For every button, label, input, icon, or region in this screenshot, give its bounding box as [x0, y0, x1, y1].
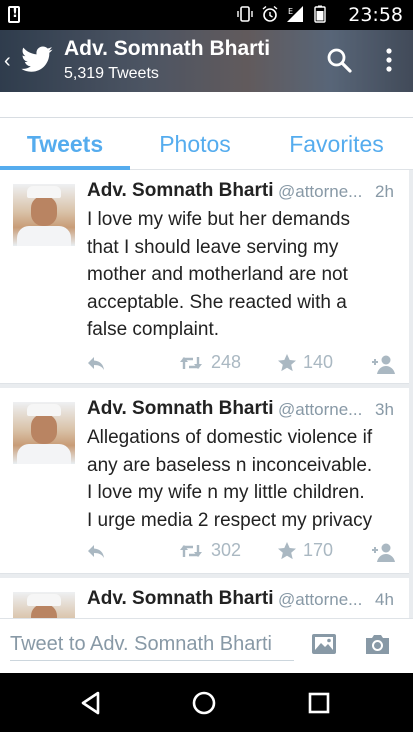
avatar[interactable]: [13, 184, 75, 246]
tweet-author-handle: @attorne...: [278, 590, 363, 609]
profile-name: Adv. Somnath Bharti: [64, 37, 271, 60]
favorite-count: 170: [303, 540, 334, 560]
tweet-timestamp: 2h: [375, 182, 394, 201]
tweet-author-name[interactable]: Adv. Somnath Bharti: [87, 398, 274, 420]
system-nav-bar: [0, 673, 413, 732]
retweet-icon[interactable]: [178, 542, 204, 560]
status-bar: E 23:58: [0, 0, 413, 30]
alarm-icon: [262, 5, 278, 22]
tweet[interactable]: Adv. Somnath Bharti @attorne... 2h I lov…: [0, 170, 409, 384]
retweet-count: 248: [211, 352, 242, 372]
tweet-actions: 248 140: [0, 352, 409, 376]
tab-photos[interactable]: Photos: [130, 118, 260, 170]
tweet-count: 5,319 Tweets: [64, 65, 159, 82]
tweet-author-name[interactable]: Adv. Somnath Bharti: [87, 588, 274, 610]
tweet-author-handle: @attorne...: [278, 182, 363, 201]
tweet-author-name[interactable]: Adv. Somnath Bharti: [87, 180, 274, 202]
tweet-actions: 302 170: [0, 540, 409, 564]
avatar[interactable]: [13, 402, 75, 464]
clock: 23:58: [348, 4, 403, 26]
tweet-text: I love my wife but her demands that I sh…: [87, 209, 350, 340]
status-icons: E: [236, 5, 329, 23]
tweet-text: Allegations of domestic violence if any …: [87, 427, 373, 531]
tweet-timestamp: 4h: [375, 590, 394, 609]
twitter-bird-icon[interactable]: [20, 43, 54, 77]
nav-back-icon[interactable]: [78, 690, 104, 716]
follow-icon[interactable]: [370, 542, 396, 562]
tweet[interactable]: Adv. Somnath Bharti @attorne... 4h: [0, 578, 409, 618]
tab-favorites[interactable]: Favorites: [260, 118, 413, 170]
tweet[interactable]: Adv. Somnath Bharti @attorne... 3h Alleg…: [0, 388, 409, 574]
photo-icon[interactable]: [311, 632, 337, 656]
retweet-icon[interactable]: [178, 354, 204, 372]
camera-icon[interactable]: [364, 632, 391, 656]
tweet-timestamp: 3h: [375, 400, 394, 419]
retweet-count: 302: [211, 540, 242, 560]
signal-icon: E: [287, 6, 303, 22]
reply-icon[interactable]: [86, 542, 106, 560]
header-strip: [0, 92, 413, 118]
compose-bar: Tweet to Adv. Somnath Bharti: [0, 618, 413, 673]
nav-home-icon[interactable]: [191, 690, 217, 716]
profile-tabs: Tweets Photos Favorites: [0, 118, 413, 170]
svg-text:E: E: [288, 7, 293, 16]
star-icon[interactable]: [277, 541, 297, 561]
vibrate-icon: [237, 6, 253, 22]
tweet-author-handle: @attorne...: [278, 400, 363, 419]
tab-tweets[interactable]: Tweets: [0, 118, 130, 170]
profile-header: ‹ Adv. Somnath Bharti 5,319 Tweets: [0, 30, 413, 92]
battery-icon: [314, 5, 326, 23]
reply-icon[interactable]: [86, 354, 106, 372]
warning-icon: [8, 6, 20, 23]
nav-recents-icon[interactable]: [306, 690, 332, 716]
follow-icon[interactable]: [370, 354, 396, 374]
overflow-menu-icon[interactable]: [382, 47, 396, 73]
tweet-compose-input[interactable]: Tweet to Adv. Somnath Bharti: [10, 629, 294, 661]
search-icon[interactable]: [326, 47, 352, 73]
tweet-feed[interactable]: Adv. Somnath Bharti @attorne... 2h I lov…: [0, 170, 413, 618]
favorite-count: 140: [303, 352, 334, 372]
star-icon[interactable]: [277, 353, 297, 373]
back-arrow-icon[interactable]: ‹: [4, 50, 11, 73]
avatar[interactable]: [13, 592, 75, 618]
